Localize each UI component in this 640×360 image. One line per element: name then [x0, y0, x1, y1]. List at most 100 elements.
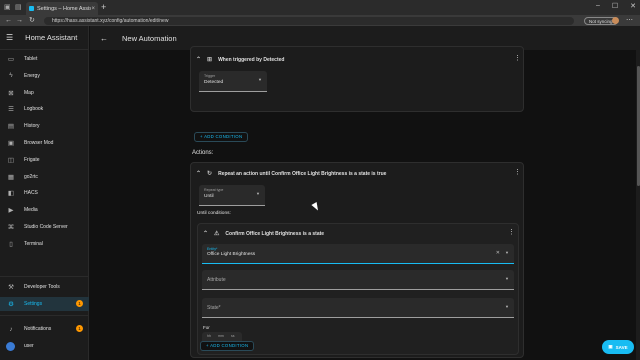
wrench-icon: ⚒: [8, 284, 14, 291]
close-window-icon[interactable]: ✕: [630, 2, 636, 10]
new-tab-button[interactable]: +: [101, 2, 106, 12]
save-icon: ▣: [608, 344, 613, 349]
back-arrow-icon[interactable]: ←: [5, 15, 12, 26]
maximize-icon[interactable]: ☐: [612, 2, 618, 10]
sidebar-item-developer-tools[interactable]: ⚒ Developer Tools: [0, 280, 89, 294]
more-vert-icon[interactable]: ⋮: [508, 228, 515, 236]
sidebar-title: Home Assistant: [25, 33, 78, 42]
hamburger-menu-icon[interactable]: ☰: [6, 33, 13, 42]
minimize-icon[interactable]: –: [596, 2, 600, 10]
hacs-icon: ◧: [7, 190, 15, 198]
forward-arrow-icon[interactable]: →: [16, 15, 23, 26]
sidebar-item-label: Notifications: [24, 326, 52, 332]
trigger-id-icon: ⊞: [207, 57, 213, 63]
chevron-up-icon[interactable]: ⌃: [196, 56, 201, 63]
user-avatar: [6, 341, 15, 351]
dropdown-arrow-icon: ▼: [258, 77, 262, 82]
map-icon: ⊠: [8, 89, 14, 97]
browser-menu-icon[interactable]: ▣: [4, 3, 11, 11]
sidebar-item-label: user: [24, 343, 34, 349]
trigger-condition-title: When triggered by Detected: [218, 56, 285, 63]
energy-icon: ϟ: [9, 72, 13, 80]
sidebar-item-logbook[interactable]: ☰ Logbook: [0, 102, 89, 116]
sidebar-item-studio-code-server[interactable]: ⌘ Studio Code Server: [0, 220, 89, 234]
attribute-picker[interactable]: Attribute ▼: [202, 270, 514, 290]
more-vert-icon[interactable]: ⋮: [514, 54, 521, 62]
sidebar-header: ☰ Home Assistant: [0, 26, 88, 50]
url-field[interactable]: https://hass.assistant.xyz/config/automa…: [44, 16, 574, 25]
state-condition-header[interactable]: ⌃ ⚠ Confirm Office Light Brightness is a…: [203, 230, 325, 238]
sidebar-item-history[interactable]: ▤ History: [0, 119, 89, 133]
repeat-action-header[interactable]: ⌃ ↻ Repeat an action until Confirm Offic…: [196, 170, 387, 178]
sidebar-item-label: Map: [24, 89, 34, 96]
logbook-icon: ☰: [8, 106, 14, 114]
home-assistant-app: ☰ Home Assistant ▭ Tablet ϟ Energy ⊠ Map ☰ Logb…: [0, 26, 640, 360]
sidebar-item-browser-mod[interactable]: ▣ Browser Mod: [0, 136, 89, 150]
browser-window: ▣ ▤ Settings – Home Assistant × + – ☐ ✕ …: [0, 0, 640, 360]
sidebar-item-label: HACS: [24, 190, 38, 197]
sidebar-item-label: Browser Mod: [24, 140, 54, 146]
chevron-up-icon[interactable]: ⌃: [203, 230, 208, 237]
add-condition-button[interactable]: + ADD CONDITION: [200, 341, 255, 351]
back-button[interactable]: ←: [100, 34, 108, 43]
more-vert-icon[interactable]: ⋮: [514, 168, 521, 176]
sidebar-item-tablet[interactable]: ▭ Tablet: [0, 52, 89, 66]
settings-badge: 1: [76, 300, 83, 307]
tab-title: Settings – Home Assistant: [37, 5, 92, 12]
sidebar-item-energy[interactable]: ϟ Energy: [0, 69, 89, 83]
history-icon: ▤: [7, 123, 15, 131]
tab-bar: ▣ ▤ Settings – Home Assistant × + – ☐ ✕: [0, 0, 640, 15]
hours-label: hh: [207, 334, 211, 338]
sidebar-item-notifications[interactable]: ♪ Notifications 1: [0, 322, 89, 336]
sidebar-item-user[interactable]: user: [0, 339, 89, 353]
sidebar-item-label: Developer Tools: [24, 284, 60, 290]
chevron-up-icon[interactable]: ⌃: [196, 170, 201, 177]
browser-more-icon[interactable]: ⋯: [626, 15, 633, 26]
sidebar-item-label: History: [24, 123, 40, 130]
sidebar-item-frigate[interactable]: ◫ Frigate: [0, 153, 89, 167]
tablet-icon: ▭: [7, 56, 15, 63]
sidebar-item-label: Media: [24, 207, 38, 214]
trigger-condition-header[interactable]: ⌃ ⊞ When triggered by Detected: [196, 56, 285, 64]
home-assistant-favicon-icon: [29, 6, 34, 11]
sidebar-item-map[interactable]: ⊠ Map: [0, 86, 89, 100]
browser-tab[interactable]: Settings – Home Assistant ×: [26, 2, 98, 15]
tab-actions-icon[interactable]: ▤: [15, 3, 22, 11]
sidebar-item-media[interactable]: ▶ Media: [0, 203, 89, 217]
sidebar-item-label: Settings: [24, 301, 43, 307]
page-scrollbar[interactable]: [636, 26, 640, 360]
repeat-type-value: Until: [204, 194, 214, 199]
sidebar-item-hacs[interactable]: ◧ HACS: [0, 186, 89, 200]
trigger-select-value: Detected: [204, 80, 224, 85]
repeat-type-label: Repeat type: [204, 188, 224, 192]
dropdown-arrow-icon[interactable]: ▼: [505, 250, 509, 255]
tab-close-icon[interactable]: ×: [91, 6, 95, 12]
sidebar: ☰ Home Assistant ▭ Tablet ϟ Energy ⊠ Map ☰ Logb…: [0, 26, 89, 360]
dropdown-arrow-icon: ▼: [505, 276, 509, 281]
repeat-action-title: Repeat an action until Confirm Office Li…: [218, 170, 387, 177]
save-button[interactable]: ▣ SAVE: [602, 340, 634, 354]
sidebar-divider: [0, 276, 89, 277]
reload-icon[interactable]: ↻: [29, 15, 35, 26]
sidebar-item-terminal[interactable]: ▯ Terminal: [0, 237, 89, 251]
sidebar-item-label: Terminal: [24, 240, 43, 247]
repeat-type-select[interactable]: Repeat type Until ▼: [199, 185, 265, 206]
gear-icon: ⚙: [8, 301, 14, 308]
dropdown-arrow-icon: ▼: [256, 191, 260, 196]
add-condition-button[interactable]: + ADD CONDITION: [194, 132, 249, 142]
scrollbar-thumb[interactable]: [636, 66, 640, 186]
state-picker[interactable]: State* ▼: [202, 298, 514, 318]
profile-avatar[interactable]: [612, 17, 619, 24]
state-machine-icon: ⚠: [214, 231, 220, 237]
clear-icon[interactable]: ✕: [496, 250, 500, 256]
for-label: For: [203, 325, 210, 330]
entity-value[interactable]: Office Light Brightness: [207, 252, 255, 257]
sidebar-item-settings[interactable]: ⚙ Settings 1: [0, 297, 89, 311]
entity-picker[interactable]: Entity* Office Light Brightness ✕ ▼: [202, 244, 514, 264]
state-condition-title: Confirm Office Light Brightness is a sta…: [225, 230, 325, 237]
trigger-select[interactable]: Trigger Detected ▼: [199, 71, 267, 92]
entity-label: Entity*: [207, 247, 218, 251]
terminal-icon: ▯: [9, 240, 13, 248]
sidebar-divider: [0, 315, 89, 316]
sidebar-item-go2rtc[interactable]: ▦ go2rtc: [0, 170, 89, 184]
